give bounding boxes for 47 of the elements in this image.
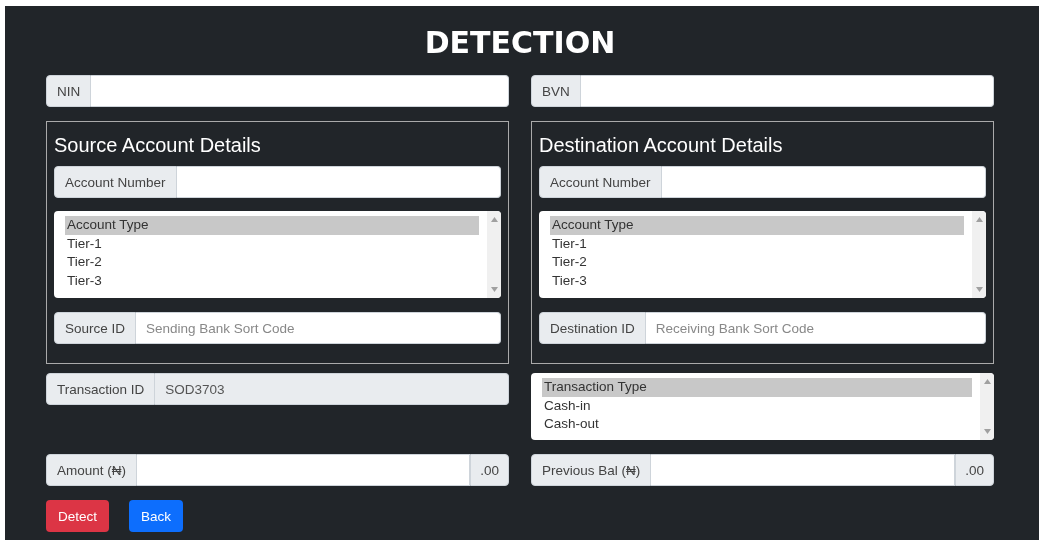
scroll-up-icon[interactable] bbox=[983, 379, 991, 384]
list-option[interactable]: Tier-1 bbox=[65, 234, 479, 253]
scrollbar[interactable] bbox=[972, 211, 986, 298]
list-option[interactable]: Tier-2 bbox=[550, 253, 964, 272]
field-label: NIN bbox=[46, 75, 92, 107]
scroll-down-icon[interactable] bbox=[975, 287, 983, 292]
list-option[interactable]: Tier-2 bbox=[65, 253, 479, 272]
list-option[interactable]: Account Type bbox=[65, 216, 479, 235]
scroll-up-icon[interactable] bbox=[975, 217, 983, 222]
account-type-listbox[interactable]: Account Type Tier-1 Tier-2 Tier-3 bbox=[54, 211, 501, 298]
field-suffix: .00 bbox=[470, 454, 509, 486]
list-option[interactable]: Tier-3 bbox=[550, 271, 964, 290]
input-field[interactable] bbox=[580, 75, 994, 107]
transaction-type-listbox[interactable]: Transaction Type Cash-in Cash-out bbox=[531, 373, 994, 440]
account-type-listbox[interactable]: Account Type Tier-1 Tier-2 Tier-3 bbox=[539, 211, 986, 298]
input-field[interactable] bbox=[91, 75, 509, 107]
field-label: Amount (₦) bbox=[46, 454, 138, 486]
scroll-up-icon[interactable] bbox=[490, 217, 498, 222]
field-label: Account Number bbox=[539, 166, 662, 198]
list-option[interactable]: Tier-3 bbox=[65, 271, 479, 290]
scroll-down-icon[interactable] bbox=[983, 429, 991, 434]
input-field[interactable] bbox=[176, 166, 501, 198]
scrollbar[interactable] bbox=[980, 373, 994, 440]
input-field[interactable]: Receiving Bank Sort Code bbox=[645, 312, 986, 344]
input-field[interactable]: Sending Bank Sort Code bbox=[136, 312, 501, 344]
panel-heading: Destination Account Details bbox=[539, 133, 784, 157]
list-option[interactable]: Cash-out bbox=[542, 415, 972, 434]
action-button[interactable]: Detect bbox=[46, 500, 110, 532]
list-option[interactable]: Account Type bbox=[550, 216, 964, 235]
list-option[interactable]: Transaction Type bbox=[542, 378, 972, 397]
page-title: DETECTION bbox=[423, 25, 617, 61]
field-label: BVN bbox=[531, 75, 581, 107]
field-label: Previous Bal (₦) bbox=[531, 454, 652, 486]
field-suffix: .00 bbox=[955, 454, 994, 486]
list-option[interactable]: Tier-1 bbox=[550, 234, 964, 253]
input-field[interactable] bbox=[661, 166, 986, 198]
panel-heading: Source Account Details bbox=[54, 133, 262, 157]
field-label: Source ID bbox=[54, 312, 137, 344]
action-button[interactable]: Back bbox=[129, 500, 184, 532]
list-option[interactable]: Cash-in bbox=[542, 396, 972, 415]
scrollbar[interactable] bbox=[487, 211, 501, 298]
scroll-down-icon[interactable] bbox=[490, 287, 498, 292]
input-field[interactable] bbox=[137, 454, 471, 486]
field-label: Transaction ID bbox=[46, 373, 156, 405]
field-label: Destination ID bbox=[539, 312, 646, 344]
input-field[interactable] bbox=[651, 454, 956, 486]
field-label: Account Number bbox=[54, 166, 177, 198]
